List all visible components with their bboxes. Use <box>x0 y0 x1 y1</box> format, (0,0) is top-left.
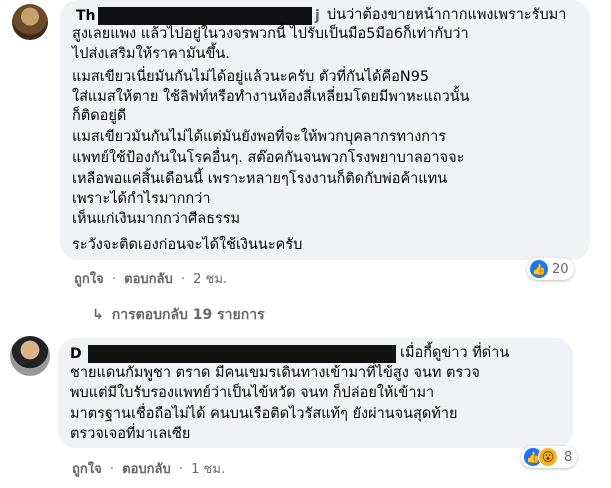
comment-author[interactable]: Th <box>76 8 96 24</box>
comment-text-line: เหลือพอแค่สิ้นเดือนนี้ เพราะหลายๆโรงงานก… <box>72 171 448 187</box>
reaction-summary[interactable]: 👍 20 <box>527 258 574 280</box>
comment-timestamp[interactable]: 1 ชม. <box>191 462 225 477</box>
view-replies-label: การตอบกลับ 19 รายการ <box>111 307 265 323</box>
author-suffix: j <box>315 8 320 24</box>
comment-text-line: มาตรฐานเชื่อถือไม่ได้ คนบนเรือติดไวรัสแท… <box>70 406 458 422</box>
comment-timestamp[interactable]: 2 ชม. <box>193 272 227 287</box>
comment-bubble: D เมื่อกี้ดูข่าว ที่ด่าน ชายแดนกัมพูชา ต… <box>58 338 573 448</box>
reply-button[interactable]: ตอบกลับ <box>124 272 173 287</box>
commenter-avatar[interactable] <box>12 4 48 40</box>
separator-dot: · <box>180 272 186 287</box>
view-replies-link[interactable]: ↳ การตอบกลับ 19 รายการ <box>92 304 265 326</box>
reply-button[interactable]: ตอบกลับ <box>122 462 171 477</box>
redacted-name <box>88 345 396 363</box>
reaction-summary[interactable]: 👍 😮 8 <box>521 446 578 468</box>
reply-arrow-icon: ↳ <box>92 307 104 323</box>
comment-text-line: แมสเขียวเนี่ยมันกันไม่ได้อยู่แล้วนะครับ … <box>72 69 430 85</box>
comment-actions: ถูกใจ · ตอบกลับ · 2 ชม. <box>74 268 231 289</box>
comment-text-line: ไปส่งเสริมให้ราคามันขึ้น. <box>72 46 230 62</box>
like-reaction-icon: 👍 <box>530 260 548 278</box>
separator-dot: · <box>111 272 116 287</box>
comment-text-line: แมสเขียวมันกันไม่ได้แต่มันยังพอที่จะให้พ… <box>72 129 447 145</box>
comment-text-line: พบแต่มีใบรับรองแพทย์ว่าเป็นไข้หวัด จนท ก… <box>70 385 435 401</box>
comment-bubble: Th j บ่นว่าต้องขายหน้ากากแพงเพราะรับมา ส… <box>60 0 590 260</box>
comment-text-line: ตรวจเจอที่มาเลเซีย <box>70 426 191 442</box>
comment-text-line: ระวังจะติดเองก่อนจะได้ใช้เงินนะครับ <box>72 237 303 253</box>
comment-text-line: เมื่อกี้ดูข่าว ที่ด่าน <box>400 345 510 361</box>
wow-reaction-icon: 😮 <box>538 447 558 467</box>
comment-author[interactable]: D <box>70 346 82 362</box>
comment-text-line: ชายแดนกัมพูชา ตราด มีคนเขมรเดินทางเข้ามา… <box>70 365 480 381</box>
comment-text-line: สูงเลยแพง แล้วไปอยู่ในวงจรพวกนี้ ไปรับเป… <box>72 26 469 42</box>
reaction-count: 8 <box>564 449 573 465</box>
reaction-count: 20 <box>552 261 569 277</box>
separator-dot: · <box>109 462 114 477</box>
comment-text-line: เห็นแก่เงินมากกว่าศีลธรรม <box>72 211 241 227</box>
commenter-avatar[interactable] <box>10 336 50 376</box>
comment-text-line: บ่นว่าต้องขายหน้ากากแพงเพราะรับมา <box>327 7 567 23</box>
comment-text-line: เพราะได้กำไรมากกว่า <box>72 191 211 207</box>
comment-text-line: แพทย์ใช้ป้องกันในโรคอื่นๆ. สต๊อคกันจนพวก… <box>72 150 465 166</box>
redacted-name <box>98 7 312 25</box>
comment-actions: ถูกใจ · ตอบกลับ · 1 ชม. <box>72 458 229 479</box>
separator-dot: · <box>178 462 184 477</box>
like-button[interactable]: ถูกใจ <box>72 462 102 477</box>
comment-text-line: ก็ติดอยู่ดี <box>72 108 127 124</box>
comment-text-line: ใส่แมสให้ตาย ใช้ลิฟท์หรือทำงานห้องสี่เหล… <box>72 89 470 105</box>
like-button[interactable]: ถูกใจ <box>74 272 104 287</box>
